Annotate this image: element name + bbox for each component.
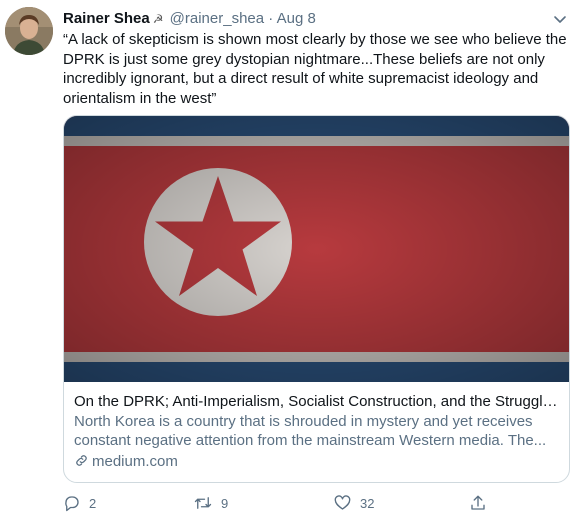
- author-name[interactable]: Rainer Shea: [63, 10, 150, 27]
- heart-icon: [334, 495, 351, 510]
- retweet-button[interactable]: 9: [193, 494, 228, 514]
- card-body: On the DPRK; Anti-Imperialism, Socialist…: [74, 392, 564, 471]
- tweet-text: “A lack of skepticism is shown most clea…: [63, 31, 567, 107]
- like-count: 32: [360, 496, 375, 511]
- retweet-icon: [194, 497, 212, 509]
- author-handle[interactable]: @rainer_shea: [170, 10, 264, 27]
- reply-button[interactable]: 2: [63, 494, 96, 514]
- reply-count: 2: [89, 496, 97, 511]
- link-card[interactable]: On the DPRK; Anti-Imperialism, Socialist…: [63, 115, 570, 483]
- share-button[interactable]: [469, 494, 487, 514]
- share-icon: [471, 495, 485, 510]
- tweet-header: Rainer Shea ☭ @rainer_shea · Aug 8: [63, 9, 316, 29]
- card-domain-label: medium.com: [92, 452, 178, 470]
- chevron-down-icon[interactable]: [553, 12, 567, 26]
- card-title: On the DPRK; Anti-Imperialism, Socialist…: [74, 393, 564, 410]
- tweet-date[interactable]: Aug 8: [277, 10, 316, 27]
- reply-icon: [65, 496, 79, 512]
- card-description: North Korea is a country that is shroude…: [74, 412, 547, 450]
- avatar-image: [5, 7, 53, 55]
- retweet-count: 9: [221, 496, 229, 511]
- link-icon: [76, 454, 87, 466]
- like-button[interactable]: 32: [333, 494, 374, 514]
- separator-dot: ·: [268, 10, 274, 27]
- action-bar: 2 9 32: [63, 494, 503, 514]
- card-domain: medium.com: [74, 452, 564, 472]
- card-image-flag: [64, 116, 569, 382]
- author-emoji: ☭: [152, 12, 164, 26]
- tweet[interactable]: Rainer Shea ☭ @rainer_shea · Aug 8 “A lac…: [0, 0, 580, 521]
- avatar[interactable]: [5, 7, 53, 55]
